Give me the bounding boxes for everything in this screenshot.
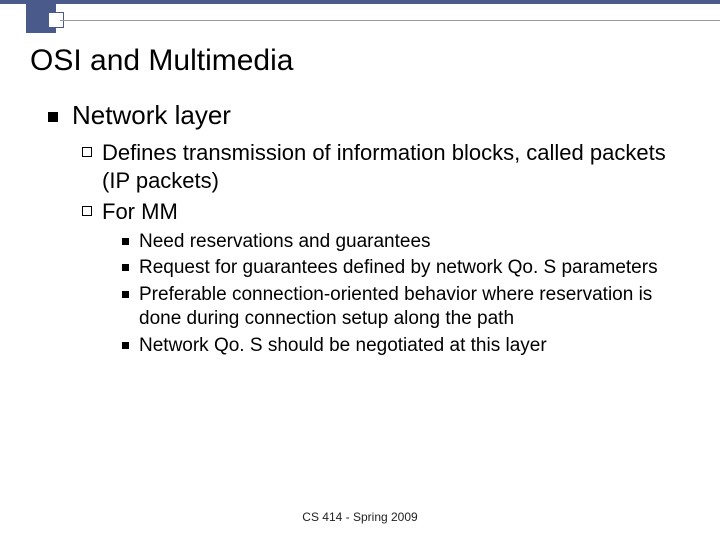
bullet-text: Defines transmission of information bloc… — [102, 139, 690, 194]
bullet-text: Preferable connection-oriented behavior … — [139, 283, 690, 331]
bullet-text: Network Qo. S should be negotiated at th… — [139, 334, 547, 358]
bullet-level3: Preferable connection-oriented behavior … — [122, 283, 690, 331]
text-pre: Need — [139, 231, 190, 252]
text-emph: connection-oriented — [232, 284, 399, 305]
square-bullet-icon — [48, 112, 58, 122]
square-bullet-icon — [122, 291, 129, 298]
text-post: at this layer — [444, 335, 546, 356]
text-emph: network Qo. S parameters — [436, 257, 658, 278]
slide-footer: CS 414 - Spring 2009 — [0, 510, 720, 524]
text-emph: reservations and guarantees — [190, 231, 431, 252]
slide-body: Network layer Defines transmission of in… — [48, 100, 690, 360]
square-bullet-icon — [122, 342, 129, 349]
bullet-text: Network layer — [72, 100, 231, 131]
bullet-level2: For MM — [82, 198, 690, 226]
text-pre: Network Qo. S should be — [139, 335, 356, 356]
text-emph: negotiated — [356, 335, 445, 356]
bullet-level3: Need reservations and guarantees — [122, 230, 690, 254]
bullet-text: For MM — [102, 198, 178, 226]
bullet-level1: Network layer — [48, 100, 690, 131]
hollow-square-bullet-icon — [82, 206, 92, 216]
slide-accent — [0, 0, 720, 34]
accent-divider-line — [60, 20, 720, 21]
text-pre: Request for guarantees defined by — [139, 257, 436, 278]
bullet-level3: Network Qo. S should be negotiated at th… — [122, 334, 690, 358]
hollow-square-bullet-icon — [82, 147, 92, 157]
square-bullet-icon — [122, 238, 129, 245]
accent-top-bar — [0, 0, 720, 4]
square-bullet-icon — [122, 264, 129, 271]
bullet-level3: Request for guarantees defined by networ… — [122, 256, 690, 280]
text-pre: Preferable — [139, 284, 232, 305]
bullet-text: Need reservations and guarantees — [139, 230, 431, 254]
text-rest: transmission of information blocks, call… — [102, 140, 666, 193]
text-prefix: Defines — [102, 140, 183, 165]
bullet-level2: Defines transmission of information bloc… — [82, 139, 690, 194]
slide-title: OSI and Multimedia — [30, 44, 293, 78]
bullet-text: Request for guarantees defined by networ… — [139, 256, 658, 280]
